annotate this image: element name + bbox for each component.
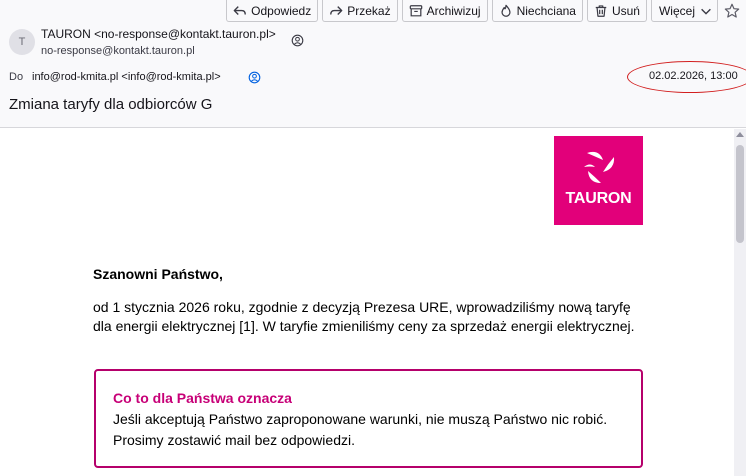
delete-label: Usuń <box>611 3 640 18</box>
chevron-down-icon <box>701 8 711 15</box>
reply-label: Odpowiedz <box>251 3 312 18</box>
intro-paragraph: od 1 stycznia 2026 roku, zgodnie z decyz… <box>93 299 635 334</box>
more-label: Więcej <box>658 3 695 18</box>
reply-button[interactable]: Odpowiedz <box>226 0 319 22</box>
more-button[interactable]: Więcej <box>650 0 718 22</box>
star-icon <box>724 3 740 18</box>
tauron-logo: TAURON <box>554 136 643 225</box>
forward-icon <box>330 5 343 15</box>
address-book-icon[interactable] <box>248 71 261 84</box>
archive-button[interactable]: Archiwizuj <box>401 0 488 22</box>
tauron-logo-mark-icon <box>583 151 614 183</box>
contact-icon[interactable] <box>291 34 304 47</box>
scrollbar-thumb[interactable] <box>736 145 744 243</box>
message-toolbar: Odpowiedz Przekaż Archiwizuj Niechciana … <box>226 0 742 22</box>
info-box: Co to dla Państwa oznacza Jeśli akceptuj… <box>94 369 643 468</box>
reply-icon <box>233 5 247 15</box>
message-subject: Zmiana taryfy dla odbiorców G <box>9 96 213 113</box>
forward-button[interactable]: Przekaż <box>322 0 398 22</box>
delete-button[interactable]: Usuń <box>586 0 647 22</box>
forward-label: Przekaż <box>347 3 391 18</box>
info-box-title: Co to dla Państwa oznacza <box>113 390 292 406</box>
junk-button[interactable]: Niechciana <box>491 0 583 22</box>
info-box-text: Jeśli akceptują Państwo zaproponowane wa… <box>113 411 608 448</box>
logo-text: TAURON <box>565 190 632 207</box>
greeting: Szanowni Państwo, <box>93 266 223 282</box>
message-header: Odpowiedz Przekaż Archiwizuj Niechciana … <box>0 0 746 128</box>
recipient-label: Do <box>9 71 24 83</box>
sender-avatar: T <box>9 29 35 55</box>
junk-label: Niechciana <box>516 3 576 18</box>
recipient-address[interactable]: info@rod-kmita.pl <info@rod-kmita.pl> <box>32 71 221 83</box>
sender-email[interactable]: no-response@kontakt.tauron.pl <box>41 45 195 57</box>
date-annotation-circle <box>627 61 746 93</box>
star-button[interactable] <box>722 0 742 22</box>
archive-label: Archiwizuj <box>426 3 481 18</box>
trash-icon <box>595 4 607 17</box>
scroll-up-arrow[interactable] <box>736 132 744 137</box>
sender-name[interactable]: TAURON <no-response@kontakt.tauron.pl> <box>41 27 276 41</box>
archive-icon <box>409 4 422 16</box>
junk-icon <box>501 4 511 17</box>
